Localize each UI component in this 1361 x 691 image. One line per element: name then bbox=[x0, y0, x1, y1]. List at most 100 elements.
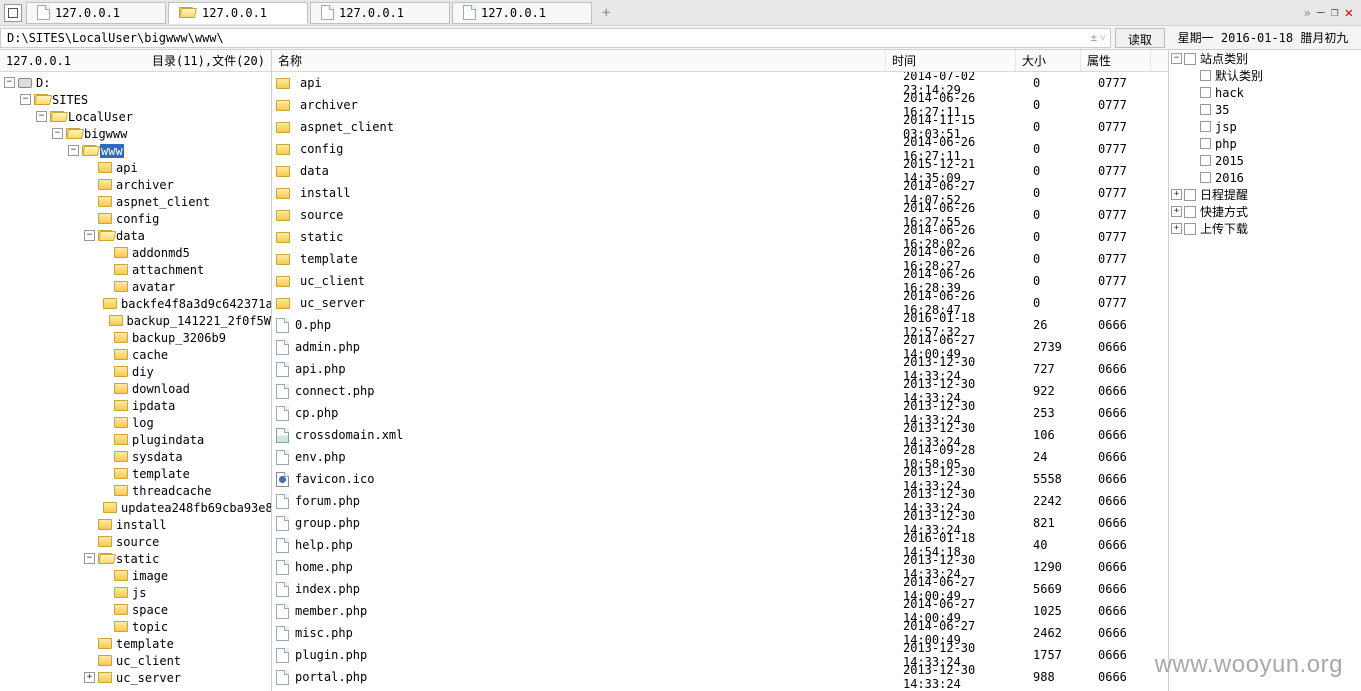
tree-node[interactable]: api bbox=[0, 159, 271, 176]
tree-node[interactable]: −www bbox=[0, 142, 271, 159]
tree-node[interactable]: source bbox=[0, 533, 271, 550]
list-item[interactable]: member.php2014-06-27 14:00:4910250666 bbox=[272, 600, 1168, 622]
list-item[interactable]: favicon.ico2013-12-30 14:33:2455580666 bbox=[272, 468, 1168, 490]
tree-node[interactable]: backup_3206b9 bbox=[0, 329, 271, 346]
tree-node[interactable]: log bbox=[0, 414, 271, 431]
checkbox-icon[interactable] bbox=[1200, 70, 1211, 81]
list-item[interactable]: source2014-06-26 16:27:5500777 bbox=[272, 204, 1168, 226]
tree-toggle[interactable]: − bbox=[84, 553, 95, 564]
tree-node[interactable]: addonmd5 bbox=[0, 244, 271, 261]
tree-node[interactable]: −bigwww bbox=[0, 125, 271, 142]
right-tree-item[interactable]: −站点类别 bbox=[1169, 50, 1361, 67]
maximize-button[interactable]: ❐ bbox=[1331, 5, 1339, 20]
file-list-body[interactable]: api2014-07-02 23:14:2900777archiver2014-… bbox=[272, 72, 1168, 691]
tree-toggle[interactable]: − bbox=[1171, 53, 1182, 64]
tree-node[interactable]: −LocalUser bbox=[0, 108, 271, 125]
checkbox-icon[interactable] bbox=[1200, 155, 1211, 166]
tree-node[interactable]: js bbox=[0, 584, 271, 601]
list-item[interactable]: data2015-12-21 14:35:0900777 bbox=[272, 160, 1168, 182]
tree-toggle[interactable]: − bbox=[52, 128, 63, 139]
checkbox-icon[interactable] bbox=[1200, 87, 1211, 98]
tree-node[interactable]: backfe4f8a3d9c642371a bbox=[0, 295, 271, 312]
list-item[interactable]: install2014-06-27 14:07:5200777 bbox=[272, 182, 1168, 204]
tree-node[interactable]: topic bbox=[0, 618, 271, 635]
list-item[interactable]: index.php2014-06-27 14:00:4956690666 bbox=[272, 578, 1168, 600]
checkbox-icon[interactable] bbox=[1200, 138, 1211, 149]
list-item[interactable]: uc_client2014-06-26 16:28:3900777 bbox=[272, 270, 1168, 292]
list-item[interactable]: cp.php2013-12-30 14:33:242530666 bbox=[272, 402, 1168, 424]
right-tree-item[interactable]: +日程提醒 bbox=[1169, 186, 1361, 203]
folder-tree[interactable]: −D:−SITES−LocalUser−bigwww−wwwapiarchive… bbox=[0, 72, 271, 691]
tree-node[interactable]: diy bbox=[0, 363, 271, 380]
tree-toggle[interactable]: + bbox=[1171, 206, 1182, 217]
list-item[interactable]: help.php2016-01-18 14:54:18400666 bbox=[272, 534, 1168, 556]
right-tree-item[interactable]: 默认类别 bbox=[1169, 67, 1361, 84]
tab-0[interactable]: 127.0.0.1 bbox=[26, 2, 166, 24]
list-item[interactable]: group.php2013-12-30 14:33:248210666 bbox=[272, 512, 1168, 534]
tree-node[interactable]: template bbox=[0, 465, 271, 482]
right-tree-item[interactable]: 35 bbox=[1169, 101, 1361, 118]
right-tree-item[interactable]: jsp bbox=[1169, 118, 1361, 135]
right-tree-item[interactable]: php bbox=[1169, 135, 1361, 152]
column-header-attr[interactable]: 属性 bbox=[1081, 50, 1151, 71]
tree-node[interactable]: download bbox=[0, 380, 271, 397]
tree-node[interactable]: updatea248fb69cba93e8 bbox=[0, 499, 271, 516]
list-item[interactable]: config2014-06-26 16:27:1100777 bbox=[272, 138, 1168, 160]
tree-toggle[interactable]: − bbox=[68, 145, 79, 156]
tree-node[interactable]: attachment bbox=[0, 261, 271, 278]
tree-node[interactable]: −SITES bbox=[0, 91, 271, 108]
column-header-name[interactable]: 名称 bbox=[272, 50, 886, 71]
list-item[interactable]: misc.php2014-06-27 14:00:4924620666 bbox=[272, 622, 1168, 644]
chevron-right-icon[interactable]: » bbox=[1304, 6, 1311, 20]
list-item[interactable]: admin.php2014-06-27 14:00:4927390666 bbox=[272, 336, 1168, 358]
list-item[interactable]: portal.php2013-12-30 14:33:249880666 bbox=[272, 666, 1168, 688]
tree-node[interactable]: −D: bbox=[0, 74, 271, 91]
list-item[interactable]: archiver2014-06-26 16:27:1100777 bbox=[272, 94, 1168, 116]
right-tree-item[interactable]: 2016 bbox=[1169, 169, 1361, 186]
tree-toggle[interactable]: − bbox=[84, 230, 95, 241]
list-item[interactable]: plugin.php2013-12-30 14:33:2417570666 bbox=[272, 644, 1168, 666]
tree-toggle[interactable]: − bbox=[4, 77, 15, 88]
tab-1[interactable]: 127.0.0.1 bbox=[168, 2, 308, 24]
list-item[interactable]: env.php2014-09-28 10:58:05240666 bbox=[272, 446, 1168, 468]
minimize-button[interactable]: — bbox=[1317, 5, 1325, 20]
list-item[interactable]: home.php2013-12-30 14:33:2412900666 bbox=[272, 556, 1168, 578]
tree-node[interactable]: backup_141221_2f0f5W bbox=[0, 312, 271, 329]
right-tree-item[interactable]: hack bbox=[1169, 84, 1361, 101]
tree-node[interactable]: avatar bbox=[0, 278, 271, 295]
read-button[interactable]: 读取 bbox=[1115, 28, 1165, 48]
checkbox-icon[interactable] bbox=[1200, 172, 1211, 183]
tree-node[interactable]: space bbox=[0, 601, 271, 618]
right-tree-item[interactable]: +上传下载 bbox=[1169, 220, 1361, 237]
tree-node[interactable]: image bbox=[0, 567, 271, 584]
list-item[interactable]: uc_server2014-06-26 16:28:4700777 bbox=[272, 292, 1168, 314]
list-item[interactable]: api.php2013-12-30 14:33:247270666 bbox=[272, 358, 1168, 380]
tree-toggle[interactable]: − bbox=[20, 94, 31, 105]
tree-node[interactable]: template bbox=[0, 635, 271, 652]
checkbox-icon[interactable] bbox=[1200, 104, 1211, 115]
tree-node[interactable]: ipdata bbox=[0, 397, 271, 414]
list-item[interactable]: 0.php2016-01-18 12:57:32260666 bbox=[272, 314, 1168, 336]
tab-2[interactable]: 127.0.0.1 bbox=[310, 2, 450, 24]
list-item[interactable]: forum.php2013-12-30 14:33:2422420666 bbox=[272, 490, 1168, 512]
path-updown-icon[interactable]: ± ˅ bbox=[1091, 31, 1104, 44]
tree-toggle[interactable]: − bbox=[36, 111, 47, 122]
list-item[interactable]: aspnet_client2014-11-15 03:03:5100777 bbox=[272, 116, 1168, 138]
tree-toggle[interactable]: + bbox=[1171, 223, 1182, 234]
tree-node[interactable]: plugindata bbox=[0, 431, 271, 448]
list-item[interactable]: crossdomain.xml2013-12-30 14:33:24106066… bbox=[272, 424, 1168, 446]
list-item[interactable]: static2014-06-26 16:28:0200777 bbox=[272, 226, 1168, 248]
right-tree-item[interactable]: 2015 bbox=[1169, 152, 1361, 169]
list-item[interactable]: api2014-07-02 23:14:2900777 bbox=[272, 72, 1168, 94]
tree-toggle[interactable]: + bbox=[84, 672, 95, 683]
tree-node[interactable]: sysdata bbox=[0, 448, 271, 465]
list-item[interactable]: template2014-06-26 16:28:2700777 bbox=[272, 248, 1168, 270]
tree-node[interactable]: aspnet_client bbox=[0, 193, 271, 210]
close-button[interactable]: ✕ bbox=[1345, 5, 1353, 21]
tree-node[interactable]: −static bbox=[0, 550, 271, 567]
path-input[interactable]: D:\SITES\LocalUser\bigwww\www\ ± ˅ bbox=[0, 28, 1111, 48]
tree-node[interactable]: config bbox=[0, 210, 271, 227]
tree-node[interactable]: uc_client bbox=[0, 652, 271, 669]
tab-add-button[interactable]: + bbox=[594, 3, 618, 23]
column-header-size[interactable]: 大小 bbox=[1016, 50, 1081, 71]
